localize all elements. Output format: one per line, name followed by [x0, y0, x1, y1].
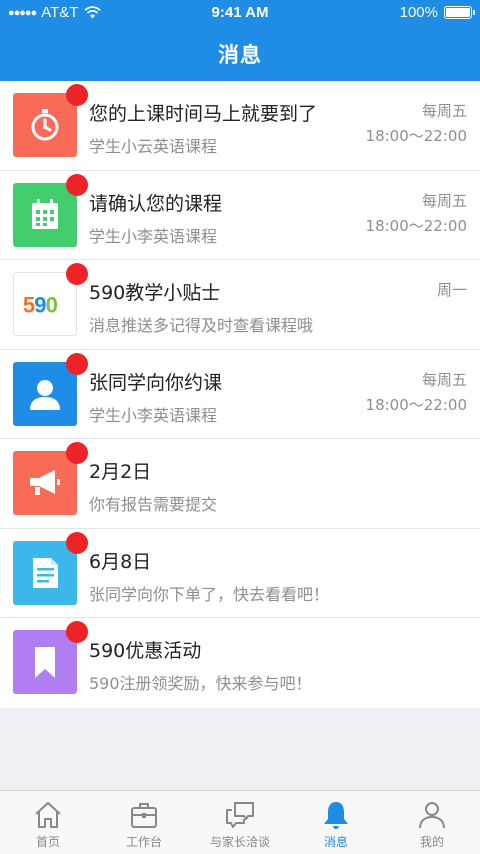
- tab-label: 与家长洽谈: [209, 835, 270, 849]
- megaphone-icon: [30, 470, 60, 495]
- message-subtitle: 学生小云英语课程: [89, 137, 218, 156]
- tab-parent-chat[interactable]: 与家长洽谈: [192, 791, 288, 854]
- message-icon-box: [13, 540, 77, 605]
- battery-icon: [444, 6, 475, 19]
- message-title: 请确认您的课程: [89, 192, 223, 215]
- tab-label: 消息: [323, 835, 348, 849]
- message-row[interactable]: 2月2日 你有报告需要提交: [0, 439, 480, 529]
- message-title: 您的上课时间马上就要到了: [89, 103, 318, 125]
- unread-badge: [66, 263, 88, 285]
- person-icon: [30, 379, 60, 410]
- message-title: 590教学小贴士: [89, 282, 221, 304]
- message-day: 每周五: [421, 102, 467, 120]
- message-subtitle: 你有报告需要提交: [89, 495, 218, 514]
- unread-badge: [66, 442, 88, 464]
- tab-label: 首页: [35, 835, 60, 849]
- message-day: 每周五: [421, 370, 467, 389]
- message-day: 周一: [436, 281, 467, 299]
- message-icon-box: 590: [13, 272, 77, 336]
- bell-icon: [324, 802, 348, 829]
- unread-badge: [66, 173, 88, 196]
- unread-badge: [66, 621, 88, 643]
- battery-percent: 100%: [399, 4, 438, 21]
- message-title: 590优惠活动: [89, 640, 202, 662]
- message-icon-box: [13, 182, 77, 247]
- message-icon-box: [13, 451, 77, 515]
- message-icon-box: [13, 361, 77, 426]
- message-row[interactable]: 590优惠活动 590注册领奖励，快来参与吧！: [0, 618, 480, 708]
- message-meta: 周一: [437, 278, 467, 303]
- tab-home[interactable]: 首页: [0, 791, 96, 854]
- message-day: 每周五: [421, 191, 467, 210]
- tab-label: 工作台: [125, 835, 162, 849]
- message-row[interactable]: 您的上课时间马上就要到了 学生小云英语课程 每周五 18:00～22:00: [0, 81, 480, 171]
- message-title: 6月8日: [89, 550, 152, 573]
- bookmark-icon: [35, 647, 55, 678]
- unread-badge: [66, 531, 88, 554]
- navigation-bar: 消息: [0, 26, 480, 81]
- message-subtitle: 学生小李英语课程: [89, 226, 218, 246]
- stopwatch-icon: [31, 109, 59, 141]
- page-title: 消息: [218, 42, 262, 67]
- message-icon-box: [13, 93, 77, 157]
- calendar-icon: [32, 198, 58, 229]
- message-meta: 每周五 18:00～22:00: [366, 368, 467, 418]
- home-icon: [35, 802, 61, 828]
- tab-messages[interactable]: 消息: [288, 791, 384, 854]
- document-icon: [33, 557, 58, 588]
- message-time: 18:00～22:00: [365, 216, 467, 235]
- message-row[interactable]: 590 590教学小贴士 消息推送多记得及时查看课程哦 周一: [0, 260, 480, 350]
- message-subtitle: 590注册领奖励，快来参与吧！: [89, 674, 312, 693]
- briefcase-icon: [131, 803, 157, 828]
- message-subtitle: 消息推送多记得及时查看课程哦: [89, 316, 314, 335]
- message-meta: 每周五 18:00～22:00: [366, 189, 467, 239]
- message-row[interactable]: 张同学向你约课 学生小李英语课程 每周五 18:00～22:00: [0, 350, 480, 439]
- svg-text:590: 590: [23, 292, 58, 317]
- status-right: 100%: [399, 4, 475, 21]
- message-subtitle: 张同学向你下单了，快去看看吧！: [89, 584, 330, 604]
- user-icon: [419, 802, 445, 829]
- tab-label: 我的: [419, 835, 444, 849]
- chat-icon: [226, 802, 254, 828]
- message-meta: 每周五 18:00～22:00: [366, 99, 467, 149]
- message-title: 2月2日: [89, 461, 152, 483]
- message-time: 18:00～22:00: [365, 395, 467, 414]
- message-title: 张同学向你约课: [89, 371, 223, 394]
- unread-badge: [66, 84, 88, 106]
- message-icon-box: [13, 630, 77, 694]
- unread-badge: [66, 352, 88, 375]
- logo-590-icon: 590: [23, 292, 59, 317]
- message-list: 您的上课时间马上就要到了 学生小云英语课程 每周五 18:00～22:00 请确…: [0, 81, 480, 708]
- tab-profile[interactable]: 我的: [384, 791, 480, 854]
- message-time: 18:00～22:00: [365, 127, 467, 145]
- tab-workbench[interactable]: 工作台: [96, 791, 192, 854]
- message-subtitle: 学生小李英语课程: [89, 405, 218, 425]
- status-bar: ●●●●● AT&T 9:41 AM 100%: [0, 0, 480, 26]
- message-row[interactable]: 6月8日 张同学向你下单了，快去看看吧！: [0, 529, 480, 618]
- message-row[interactable]: 请确认您的课程 学生小李英语课程 每周五 18:00～22:00: [0, 171, 480, 260]
- tab-bar: 首页 工作台 与家长洽谈 消息 我的: [0, 790, 480, 854]
